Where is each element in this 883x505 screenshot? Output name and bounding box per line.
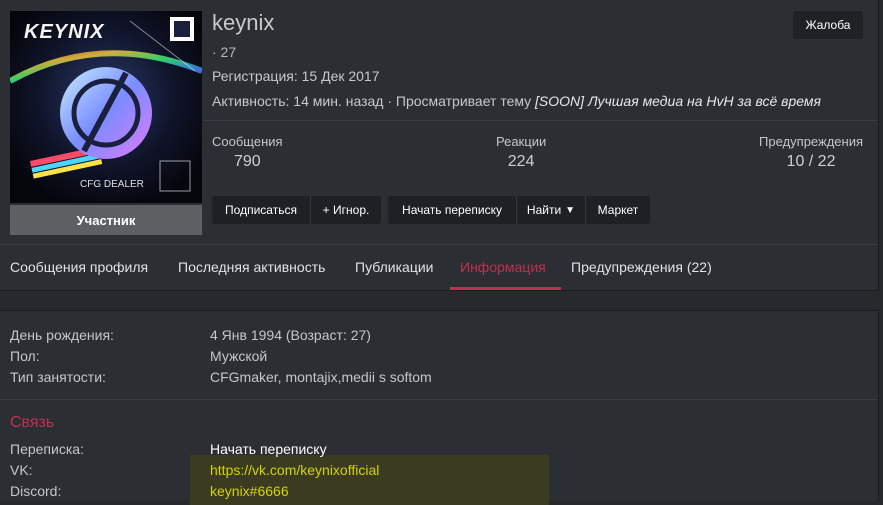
tab-postings[interactable]: Публикации (355, 259, 433, 275)
market-button[interactable]: Маркет (586, 196, 650, 224)
report-button[interactable]: Жалоба (793, 11, 863, 39)
occupation-label: Тип занятости: (10, 369, 106, 385)
username: keynix (212, 10, 275, 35)
vk-link[interactable]: https://vk.com/keynixofficial (210, 462, 379, 478)
activity-thread-link[interactable]: [SOON] Лучшая медиа на HvH за всё время (535, 93, 821, 109)
stat-reactions[interactable]: Реакции 224 (496, 134, 546, 171)
tab-warnings[interactable]: Предупреждения (22) (571, 259, 712, 275)
stat-warnings[interactable]: Предупреждения 10 / 22 (759, 134, 863, 171)
stat-reactions-value: 224 (507, 153, 535, 170)
stat-warnings-label: Предупреждения (759, 134, 863, 149)
profile-header: KEYNIX CFG DEALER Участник keynix · 27 Р… (0, 0, 879, 291)
vk-label: VK: (10, 462, 33, 478)
avatar-caption: CFG DEALER (80, 179, 144, 190)
active-tab-indicator (450, 287, 561, 290)
section-divider (0, 399, 878, 400)
gender-label: Пол: (10, 348, 40, 364)
conversation-label: Переписка: (10, 441, 84, 457)
information-panel: День рождения: 4 Янв 1994 (Возраст: 27) … (0, 310, 879, 505)
activity-text: Активность: 14 мин. назад · Просматривае… (212, 93, 532, 109)
start-conversation-link[interactable]: Начать переписку (210, 441, 327, 457)
stat-messages-value: 790 (234, 153, 261, 170)
discord-value[interactable]: keynix#6666 (210, 483, 289, 499)
find-button[interactable]: Найти ▼ (517, 196, 585, 224)
tab-profile-posts[interactable]: Сообщения профиля (10, 259, 148, 275)
stat-reactions-label: Реакции (496, 134, 547, 149)
occupation-value: CFGmaker, montajix,medii s softom (210, 369, 432, 385)
avatar[interactable]: KEYNIX CFG DEALER (10, 11, 202, 203)
header-divider (204, 120, 878, 121)
activity-status: Активность: 14 мин. назад · Просматривае… (212, 93, 821, 109)
stat-messages-label: Сообщения (212, 134, 283, 149)
ignore-button[interactable]: + Игнор. (311, 196, 381, 224)
birthday-label: День рождения: (10, 327, 114, 343)
subscribe-button[interactable]: Подписаться (212, 196, 310, 224)
tab-latest-activity[interactable]: Последняя активность (178, 259, 325, 275)
avatar-logo-text: KEYNIX (24, 21, 105, 43)
gender-value: Мужской (210, 348, 268, 364)
start-conversation-button[interactable]: Начать переписку (388, 196, 516, 224)
role-badge: Участник (10, 205, 202, 235)
user-title: · 27 (212, 44, 237, 60)
tab-information[interactable]: Информация (460, 259, 546, 275)
contact-section-title: Связь (10, 414, 55, 431)
find-label: Найти (526, 203, 562, 217)
stat-messages[interactable]: Сообщения 790 (212, 134, 283, 171)
discord-label: Discord: (10, 483, 62, 499)
profile-tabs: Сообщения профиля Последняя активность П… (0, 244, 878, 291)
caret-down-icon: ▼ (565, 204, 576, 216)
birthday-value: 4 Янв 1994 (Возраст: 27) (210, 327, 371, 343)
stat-warnings-value: 10 / 22 (786, 153, 836, 170)
registration-date: Регистрация: 15 Дек 2017 (212, 68, 380, 84)
